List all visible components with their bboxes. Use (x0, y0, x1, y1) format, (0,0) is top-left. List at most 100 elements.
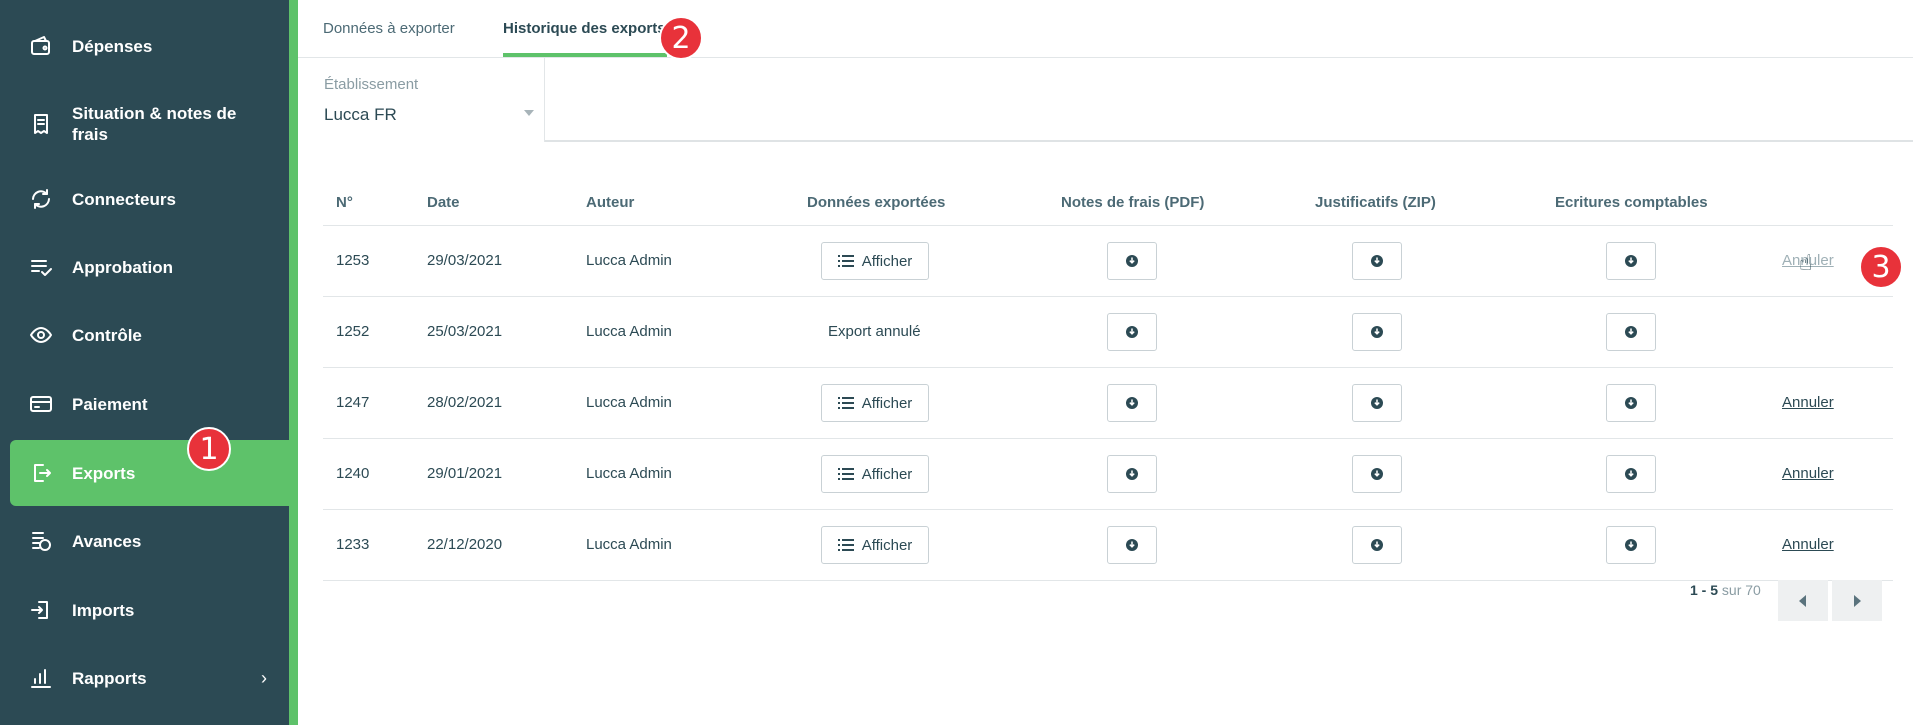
sidebar-item-label: Connecteurs (72, 189, 176, 209)
sidebar-item-label: Exports (72, 463, 136, 483)
cell-num: 1252 (336, 323, 370, 340)
cell-num: 1240 (336, 465, 370, 482)
cell-author: Lucca Admin (586, 252, 672, 269)
chevron-right-icon: › (261, 667, 267, 688)
download-icon (1625, 326, 1637, 338)
tab-historique-des-exports[interactable]: Historique des exports (503, 20, 666, 37)
step-badge-2: 2 (659, 16, 703, 60)
download-ecritures-button[interactable] (1606, 313, 1656, 351)
table-header: N° Date Auteur Données exportées Notes d… (323, 180, 1893, 226)
download-icon (1126, 397, 1138, 409)
cell-author: Lucca Admin (586, 465, 672, 482)
step-badge-3: 3 (1859, 245, 1903, 289)
show-data-button[interactable]: Afficher (821, 455, 929, 493)
download-icon (1371, 539, 1383, 551)
sidebar-item-avances[interactable]: Avances (10, 519, 289, 563)
sidebar-item-label: Situation & notes de frais (72, 104, 237, 144)
download-ecritures-button[interactable] (1606, 455, 1656, 493)
next-page-button[interactable] (1832, 580, 1882, 621)
sidebar-item-connecteurs[interactable]: Connecteurs (10, 177, 289, 221)
cell-date: 25/03/2021 (427, 323, 503, 340)
sidebar-item-label: Contrôle (72, 325, 142, 345)
cancel-export-link[interactable]: Annuler (1782, 394, 1834, 411)
sidebar-item-controle[interactable]: Contrôle (10, 313, 289, 357)
download-icon (1126, 326, 1138, 338)
card-icon (28, 391, 54, 417)
sidebar-accent-bar (289, 0, 298, 725)
receipt-icon (28, 111, 54, 137)
sidebar-item-depenses[interactable]: Dépenses (10, 24, 289, 68)
download-pdf-button[interactable] (1107, 526, 1157, 564)
active-tab-indicator (503, 53, 667, 57)
col-header-auteur: Auteur (586, 194, 635, 211)
download-icon (1625, 539, 1637, 551)
download-icon (1625, 468, 1637, 480)
list-icon (837, 538, 854, 552)
download-ecritures-button[interactable] (1606, 526, 1656, 564)
tab-donnees-a-exporter[interactable]: Données à exporter (323, 20, 455, 37)
col-header-ecritures: Ecritures comptables (1555, 194, 1708, 211)
eye-icon (28, 322, 54, 348)
sidebar-item-approbation[interactable]: Approbation (10, 245, 289, 289)
sidebar-item-label: Imports (72, 600, 135, 620)
cell-num: 1253 (336, 252, 370, 269)
table-row: 1240 29/01/2021 Lucca Admin Afficher Ann… (323, 439, 1893, 510)
download-zip-button[interactable] (1352, 313, 1402, 351)
show-data-button[interactable]: Afficher (821, 242, 929, 280)
chart-icon (28, 665, 54, 691)
cell-author: Lucca Admin (586, 323, 672, 340)
sidebar-item-label: Avances (72, 531, 142, 551)
download-icon (1371, 326, 1383, 338)
import-icon (28, 597, 54, 623)
download-ecritures-button[interactable] (1606, 384, 1656, 422)
download-icon (1625, 255, 1637, 267)
caret-right-icon (1854, 594, 1861, 607)
download-pdf-button[interactable] (1107, 242, 1157, 280)
caret-down-icon (524, 110, 534, 116)
list-icon (837, 396, 854, 410)
table-row: 1252 25/03/2021 Lucca Admin Export annul… (323, 297, 1893, 368)
etablissement-select[interactable]: Établissement Lucca FR (298, 58, 545, 142)
wallet-icon (28, 33, 54, 59)
exports-table: N° Date Auteur Données exportées Notes d… (323, 180, 1893, 581)
filter-bar: Établissement Lucca FR (298, 58, 1913, 142)
cell-num: 1233 (336, 536, 370, 553)
cancel-export-link[interactable]: Annuler (1782, 465, 1834, 482)
download-pdf-button[interactable] (1107, 455, 1157, 493)
download-ecritures-button[interactable] (1606, 242, 1656, 280)
sidebar-item-label: Paiement (72, 394, 148, 414)
show-data-label: Afficher (861, 394, 913, 412)
download-zip-button[interactable] (1352, 242, 1402, 280)
sidebar-item-rapports[interactable]: Rapports › (10, 656, 289, 700)
step-badge-1: 1 (187, 427, 231, 471)
download-icon (1126, 539, 1138, 551)
checklist-icon (28, 254, 54, 280)
pagination-range: 1 - 5 (1690, 582, 1719, 598)
sidebar-item-exports[interactable]: Exports (10, 440, 289, 506)
list-icon (837, 254, 854, 268)
download-pdf-button[interactable] (1107, 384, 1157, 422)
sidebar-item-label: Approbation (72, 257, 174, 277)
sidebar-item-situation[interactable]: Situation & notes de frais (10, 100, 289, 148)
show-data-button[interactable]: Afficher (821, 526, 929, 564)
pagination-info: 1 - 5 sur 70 (1690, 582, 1761, 598)
download-zip-button[interactable] (1352, 455, 1402, 493)
download-zip-button[interactable] (1352, 526, 1402, 564)
sidebar-item-imports[interactable]: Imports (10, 588, 289, 632)
download-icon (1126, 468, 1138, 480)
sidebar-item-paiement[interactable]: Paiement (10, 382, 289, 426)
show-data-label: Afficher (861, 465, 913, 483)
cancel-export-link[interactable]: Annuler (1782, 536, 1834, 553)
show-data-button[interactable]: Afficher (821, 384, 929, 422)
sidebar-item-label: Rapports (72, 668, 147, 688)
tab-bar: Données à exporter Historique des export… (298, 0, 1913, 58)
download-pdf-button[interactable] (1107, 313, 1157, 351)
download-zip-button[interactable] (1352, 384, 1402, 422)
download-icon (1371, 468, 1383, 480)
previous-page-button[interactable] (1778, 580, 1828, 621)
col-header-date: Date (427, 194, 460, 211)
download-icon (1625, 397, 1637, 409)
show-data-label: Afficher (861, 536, 913, 554)
col-header-notes-pdf: Notes de frais (PDF) (1061, 194, 1205, 211)
export-cancelled-text: Export annulé (828, 323, 921, 340)
